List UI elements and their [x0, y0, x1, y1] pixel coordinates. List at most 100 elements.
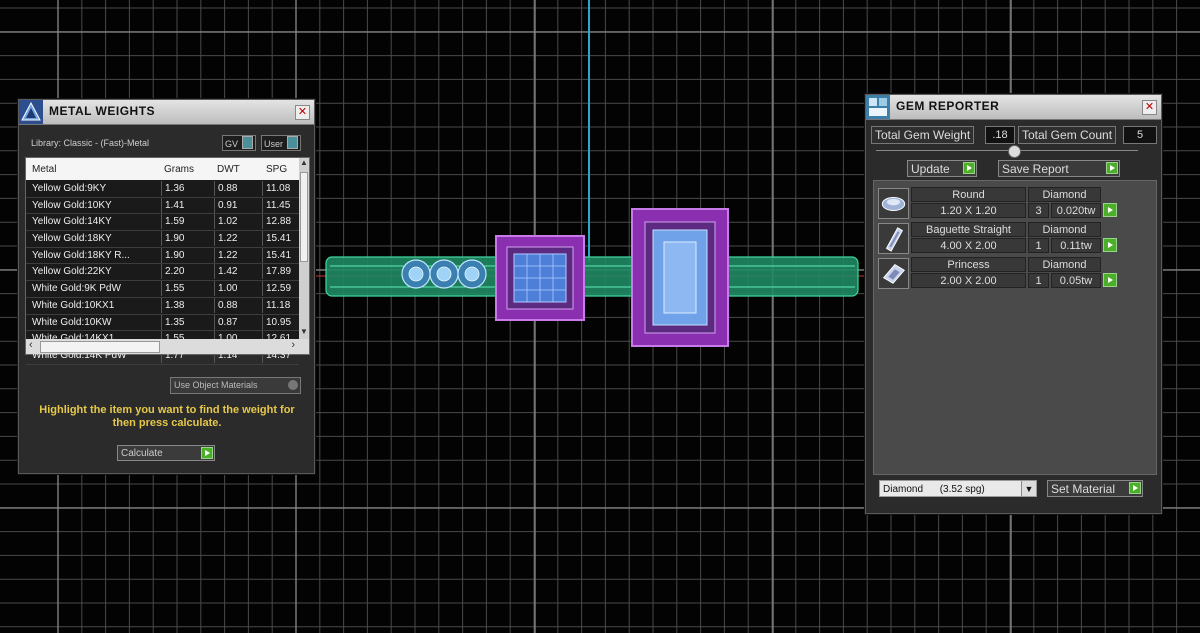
grams-cell: 1.55: [161, 281, 184, 297]
table-row[interactable]: White Gold:9K PdW 1.55 1.00 12.59: [26, 281, 299, 298]
total-gem-weight-label: Total Gem Weight: [871, 126, 975, 144]
grams-cell: 1.41: [161, 197, 184, 213]
calculate-button[interactable]: Calculate: [117, 445, 215, 461]
horizontal-scroll-thumb[interactable]: [40, 341, 160, 353]
table-row[interactable]: Yellow Gold:10KY 1.41 0.91 11.45: [26, 197, 300, 215]
metal-cell: Yellow Gold:10KY: [32, 199, 112, 211]
save-report-label: Save Report: [1002, 162, 1069, 176]
scroll-right-icon[interactable]: ›: [291, 339, 295, 351]
metal-table-header: Metal Grams DWT SPG: [26, 158, 299, 180]
metal-weights-titlebar[interactable]: METAL WEIGHTS ✕: [19, 100, 314, 125]
gem-reporter-titlebar[interactable]: GEM REPORTER ✕: [866, 95, 1161, 120]
table-row[interactable]: Yellow Gold:18KY 1.90 1.22 15.41: [26, 231, 299, 248]
gv-toggle[interactable]: GV: [222, 135, 257, 151]
gem-row-round[interactable]: Round Diamond 1.20 X 1.20 3 0.020tw: [878, 187, 1129, 220]
round-gem-icon: [878, 188, 909, 219]
grams-cell: 1.59: [161, 214, 184, 230]
slider-knob[interactable]: [1008, 145, 1021, 158]
gem-size: 4.00 X 2.00: [911, 238, 1026, 253]
metal-cell: Yellow Gold:22KY: [32, 266, 112, 278]
total-gem-count-value: 5: [1123, 126, 1157, 144]
grams-cell: 1.36: [161, 181, 184, 196]
total-gem-weight-value: .18: [985, 126, 1015, 144]
metal-weights-app-icon: [19, 100, 43, 124]
metal-cell: Yellow Gold:9KY: [32, 183, 107, 194]
total-gem-count-label: Total Gem Count: [1018, 126, 1117, 144]
update-button[interactable]: Update: [907, 160, 977, 177]
gem-reporter-app-icon: [866, 95, 890, 119]
gem-row-baguette[interactable]: Baguette Straight Diamond 4.00 X 2.00 1 …: [878, 222, 1129, 255]
column-header-spg[interactable]: SPG: [266, 164, 287, 175]
gem-weight: 0.020tw: [1051, 203, 1101, 218]
gem-reporter-panel: GEM REPORTER ✕ Total Gem Weight .18 Tota…: [865, 94, 1162, 514]
user-label: User: [264, 139, 284, 149]
gem-reporter-title: GEM REPORTER: [896, 99, 1000, 113]
dwt-cell: 0.91: [214, 197, 237, 213]
dwt-cell: 1.22: [214, 231, 237, 247]
save-report-button[interactable]: Save Report: [998, 160, 1120, 177]
material-select[interactable]: Diamond (3.52 spg) ▼: [879, 480, 1037, 497]
round-stone-table: [436, 266, 452, 282]
slider-track[interactable]: [876, 150, 1138, 151]
set-material-button[interactable]: Set Material: [1047, 480, 1143, 497]
table-row[interactable]: White Gold:10KX1 1.38 0.88 11.18: [26, 297, 299, 315]
play-arrow-icon[interactable]: [1103, 203, 1117, 217]
gem-count: 1: [1028, 238, 1049, 253]
gem-material: Diamond: [1028, 257, 1101, 272]
gem-count: 1: [1028, 273, 1049, 288]
vertical-scrollbar[interactable]: ▲ ▼: [299, 158, 309, 354]
metal-cell: Yellow Gold:18KY: [32, 233, 112, 245]
gem-row-princess[interactable]: Princess Diamond 2.00 X 2.00 1 0.05tw: [878, 257, 1129, 290]
close-icon[interactable]: ✕: [295, 105, 310, 120]
table-row[interactable]: Yellow Gold:18KY R... 1.90 1.22 15.41: [26, 247, 299, 265]
radio-icon: [288, 380, 298, 390]
scroll-up-icon[interactable]: ▲: [299, 158, 309, 170]
user-switch-icon: [287, 136, 299, 149]
use-object-materials-toggle[interactable]: Use Object Materials: [170, 377, 301, 394]
column-header-metal[interactable]: Metal: [32, 164, 56, 175]
baguette-table: [663, 241, 697, 314]
gem-shape: Princess: [911, 257, 1026, 272]
scroll-down-icon[interactable]: ▼: [299, 327, 309, 339]
gem-shape: Baguette Straight: [911, 222, 1026, 237]
table-row[interactable]: Yellow Gold:14KY 1.59 1.02 12.88: [26, 214, 299, 232]
metal-cell: White Gold:10KX1: [32, 299, 115, 311]
metal-cell: Yellow Gold:14KY: [32, 216, 112, 228]
play-arrow-icon: [1106, 162, 1118, 174]
metal-cell: White Gold:9K PdW: [32, 283, 121, 295]
gv-label: GV: [225, 139, 239, 149]
play-arrow-icon: [201, 447, 213, 459]
calculate-label: Calculate: [121, 448, 163, 459]
column-header-grams[interactable]: Grams: [164, 164, 194, 175]
horizontal-scrollbar[interactable]: ‹ ›: [26, 339, 309, 354]
table-row[interactable]: Yellow Gold:9KY 1.36 0.88 11.08: [26, 181, 299, 198]
set-material-label: Set Material: [1051, 482, 1116, 496]
metal-table[interactable]: Metal Grams DWT SPG Yellow Gold:9KY 1.36 0…: [25, 157, 310, 365]
metal-weights-title: METAL WEIGHTS: [49, 104, 156, 118]
gem-material: Diamond: [1028, 222, 1101, 237]
user-toggle[interactable]: User: [261, 135, 302, 151]
metal-table-rows: Yellow Gold:9KY 1.36 0.88 11.08 Yellow Gold:…: [26, 181, 299, 365]
dwt-cell: 1.22: [214, 247, 237, 263]
table-row[interactable]: White Gold:10KW 1.35 0.87 10.95: [26, 314, 299, 332]
grams-cell: 1.38: [161, 297, 184, 313]
dwt-cell: 1.00: [214, 281, 237, 297]
spg-cell: 11.45: [262, 197, 300, 213]
hint-text: Highlight the item you want to find the …: [39, 404, 295, 429]
metal-cell: Yellow Gold:18KY R...: [32, 249, 130, 261]
gem-shape: Round: [911, 187, 1026, 202]
metal-cell: White Gold:10KW: [32, 316, 112, 328]
play-arrow-icon[interactable]: [1103, 273, 1117, 287]
spg-cell: 11.08: [262, 181, 300, 196]
gem-list: Round Diamond 1.20 X 1.20 3 0.020tw Bagu…: [873, 180, 1157, 475]
round-stone-table: [408, 266, 424, 282]
vertical-scroll-thumb[interactable]: [300, 172, 308, 262]
grams-cell: 2.20: [161, 264, 184, 280]
column-header-dwt[interactable]: DWT: [217, 164, 240, 175]
scroll-left-icon[interactable]: ‹: [29, 339, 33, 351]
round-stone-table: [464, 266, 480, 282]
table-row[interactable]: Yellow Gold:22KY 2.20 1.42 17.89: [26, 264, 299, 282]
chevron-down-icon[interactable]: ▼: [1021, 481, 1036, 496]
play-arrow-icon[interactable]: [1103, 238, 1117, 252]
close-icon[interactable]: ✕: [1142, 100, 1157, 115]
